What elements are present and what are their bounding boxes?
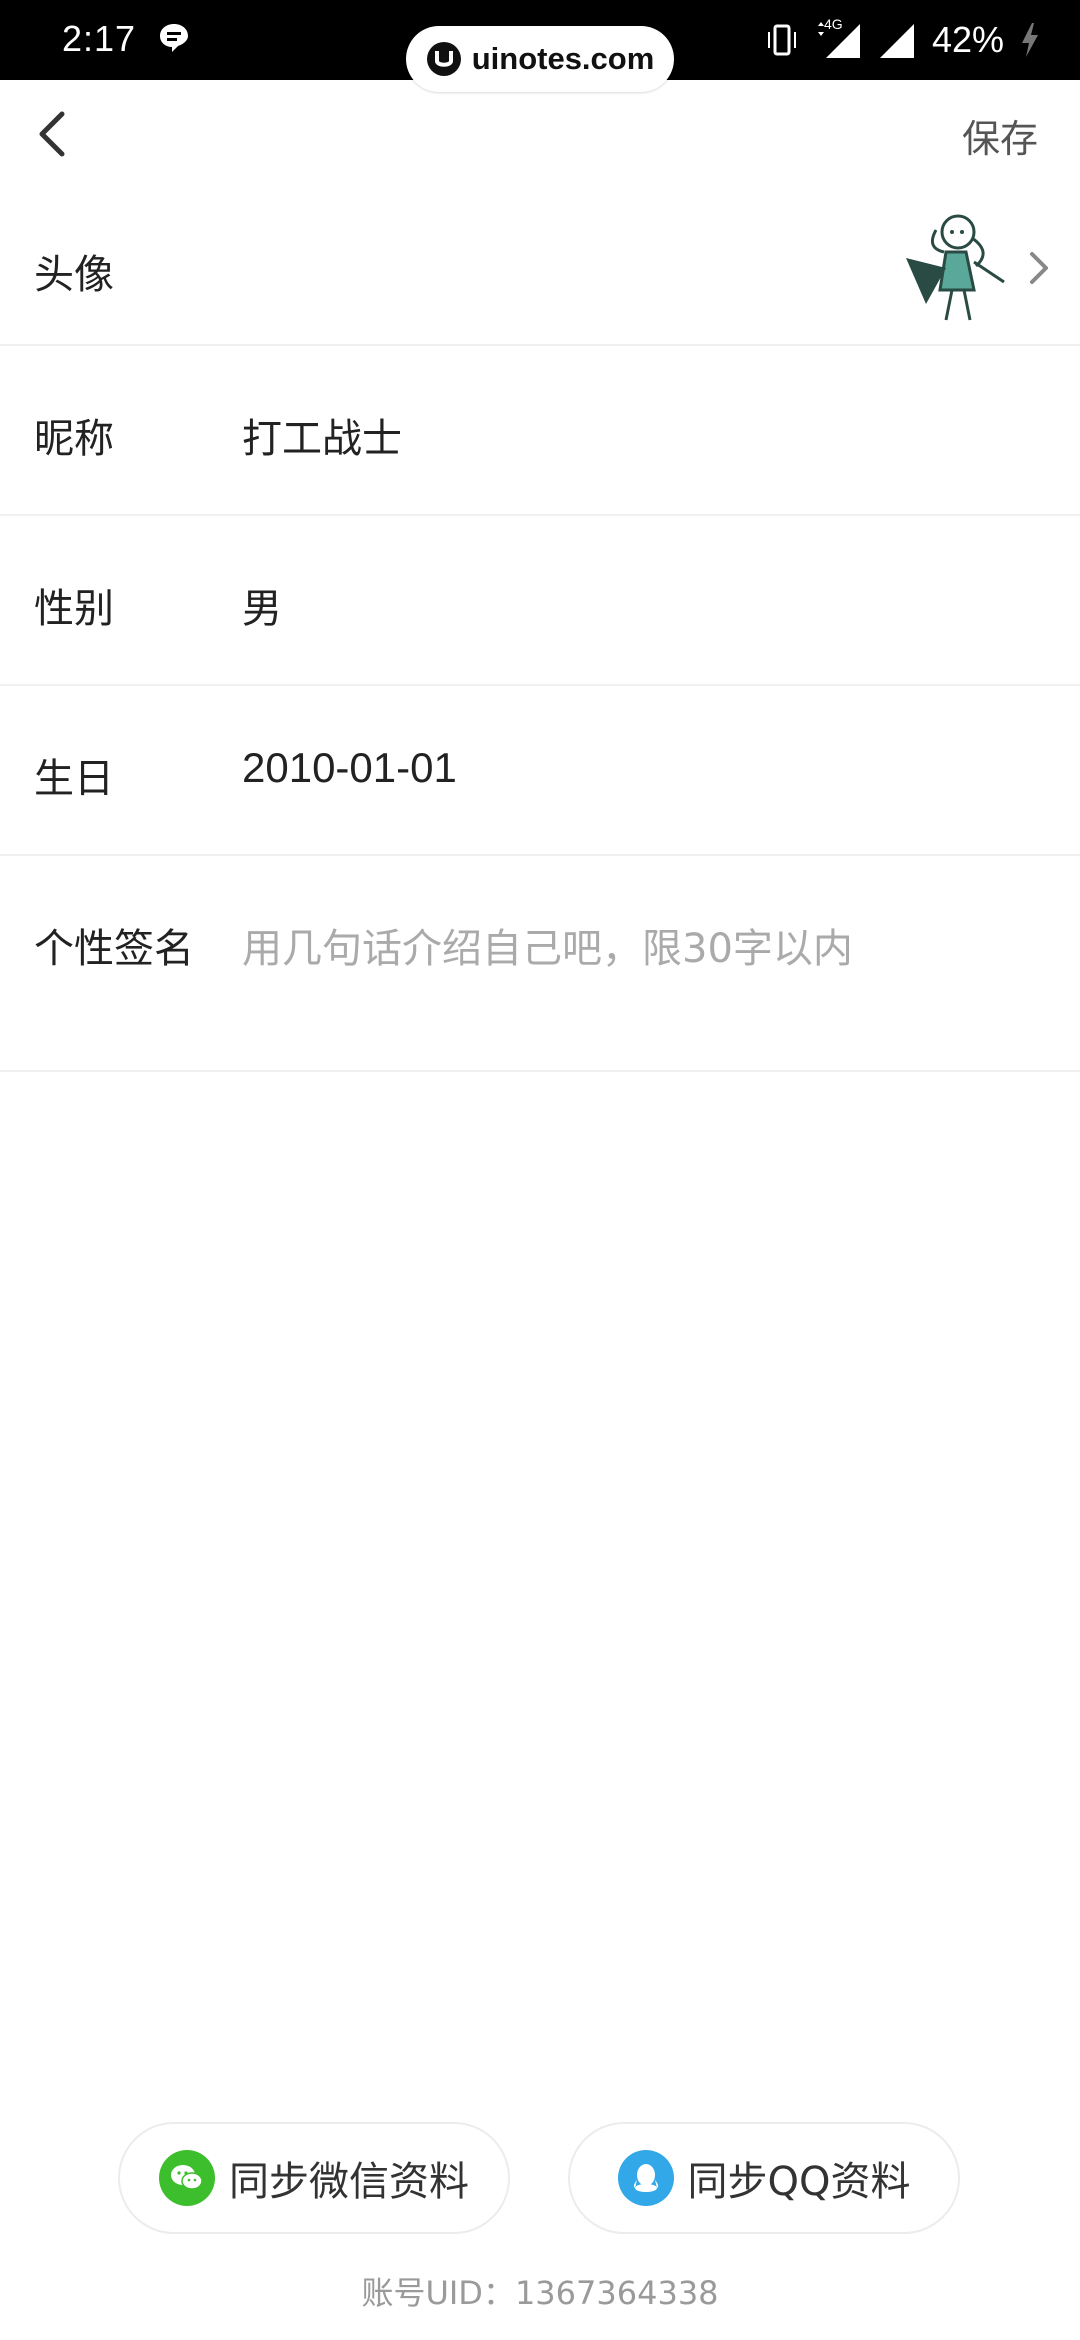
birthday-row[interactable]: 生日 2010-01-01 [0,686,1080,856]
birthday-label: 生日 [34,756,114,802]
signature-input[interactable]: 用几句话介绍自己吧，限30字以内 [242,916,853,974]
birthday-field[interactable]: 2010-01-01 [242,744,457,792]
charging-icon [1022,23,1038,57]
nickname-field[interactable]: 打工战士 [242,406,402,464]
sync-qq-label: 同步QQ资料 [687,2159,911,2205]
avatar-row[interactable]: 头像 [0,190,1080,346]
header: 保存 [0,80,1080,190]
signature-row[interactable]: 个性签名 用几句话介绍自己吧，限30字以内 [0,856,1080,1072]
chevron-right-icon [1030,252,1048,284]
avatar-label: 头像 [34,252,114,298]
sync-wechat-label: 同步微信资料 [229,2159,469,2205]
gender-row[interactable]: 性别 男 [0,516,1080,686]
battery-percent: 42% [931,19,1004,60]
nickname-label: 昵称 [34,416,114,462]
sync-wechat-button[interactable]: 同步微信资料 [118,2122,510,2234]
signal-icon [879,24,914,58]
qq-icon [617,2150,674,2206]
save-button[interactable]: 保存 [962,108,1038,163]
uinotes-logo-icon [426,42,461,76]
signal-4g-icon: 4G [816,16,862,60]
avatar-image [896,208,1014,326]
back-arrow-icon[interactable] [28,106,84,162]
avatar[interactable] [896,208,1014,326]
message-notification-icon [160,24,188,52]
vibrate-icon [767,24,796,56]
nickname-row[interactable]: 昵称 打工战士 [0,346,1080,516]
signature-label: 个性签名 [34,926,194,972]
status-time: 2:17 [62,18,137,59]
gender-label: 性别 [34,586,114,632]
sync-qq-button[interactable]: 同步QQ资料 [568,2122,960,2234]
gender-field[interactable]: 男 [242,576,282,634]
status-icons: 4G 42% [764,16,1040,62]
wechat-icon [159,2150,215,2206]
account-uid: 账号UID：1367364338 [361,2274,719,2312]
watermark-text: uinotes.com [471,41,655,76]
